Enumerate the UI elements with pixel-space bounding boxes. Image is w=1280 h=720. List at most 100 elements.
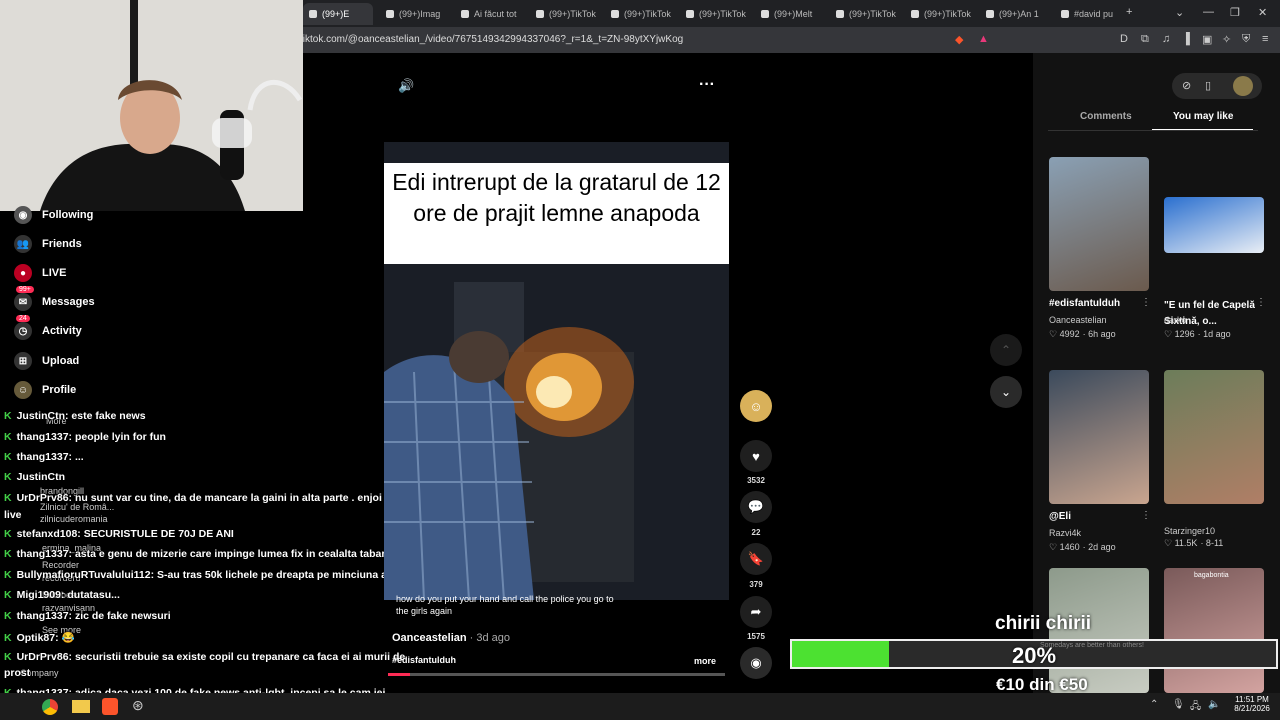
card-title[interactable]: "E un fel de Capelă Sixtină, o... xyxy=(1164,298,1256,330)
chat-username[interactable]: thang1337 xyxy=(17,431,69,443)
video-thumbnail[interactable] xyxy=(1164,568,1264,693)
music-disc-icon[interactable]: ◉ xyxy=(740,647,772,679)
tiktok-favicon-icon xyxy=(1061,10,1069,18)
vpn-icon[interactable]: ⛨ xyxy=(1242,33,1250,46)
menu-icon[interactable]: ≡ xyxy=(1262,33,1268,45)
comment-icon[interactable]: 💬 xyxy=(740,491,772,523)
chat-username[interactable]: BullymafioruRTuvalului112 xyxy=(17,569,151,581)
sidebar-item-label: Messages xyxy=(42,296,95,308)
author-avatar[interactable]: ☺ xyxy=(740,390,772,422)
obs-taskbar-icon[interactable]: ⊛ xyxy=(132,697,144,714)
card-title[interactable]: #edisfantulduh xyxy=(1049,298,1149,309)
user-avatar[interactable] xyxy=(1233,76,1253,96)
video-thumbnail[interactable] xyxy=(1049,157,1149,291)
pip-icon[interactable]: ⧉ xyxy=(1141,33,1149,46)
browser-tab[interactable]: (99+)TikTok xyxy=(905,3,977,25)
bookmark-icon[interactable]: 🔖 xyxy=(740,543,772,575)
notification-badge: 99+ xyxy=(16,286,34,293)
card-more-icon[interactable]: ⋮ xyxy=(1141,297,1151,308)
share-icon[interactable]: ➦ xyxy=(740,596,772,628)
tab-you-may-like[interactable]: You may like xyxy=(1173,111,1233,122)
sidebar-item-activity[interactable]: ◷ Activity xyxy=(14,322,82,340)
video-thumbnail[interactable] xyxy=(1049,370,1149,504)
chat-username[interactable]: thang1337 xyxy=(17,451,69,463)
prev-video-icon[interactable]: ⌃ xyxy=(990,334,1022,366)
sidebar-item-live[interactable]: ● LIVE xyxy=(14,264,66,282)
chat-text: : people lyin for fun xyxy=(68,431,166,443)
video-thumbnail[interactable] xyxy=(1164,197,1264,253)
brave-taskbar-icon[interactable] xyxy=(102,698,118,715)
tab-title: (99+)An 1 xyxy=(999,9,1039,19)
chat-username[interactable]: JustinCtn xyxy=(17,410,65,422)
card-title[interactable]: @Eli xyxy=(1049,511,1149,522)
browser-tab[interactable]: (99+)E xyxy=(303,3,373,25)
chat-username[interactable]: UrDrPrv86 xyxy=(17,651,69,663)
browser-tab[interactable]: (99+)An 1 xyxy=(980,3,1052,25)
maximize-icon[interactable]: ❐ xyxy=(1230,6,1240,19)
card-author[interactable]: Starzinger10 xyxy=(1164,526,1215,536)
chat-username[interactable]: Optik87 xyxy=(17,632,56,644)
brave-rewards-icon[interactable]: ▲ xyxy=(978,33,989,45)
sidebar-item-upload[interactable]: ⊞ Upload xyxy=(14,352,79,370)
clock[interactable]: 11:51 PM 8/21/2026 xyxy=(1232,695,1272,713)
network-icon[interactable]: 🖧 xyxy=(1190,699,1201,716)
sidebar-item-following[interactable]: ◉ Following xyxy=(14,206,93,224)
tab-comments[interactable]: Comments xyxy=(1080,111,1132,122)
sidebar-item-friends[interactable]: 👥 Friends xyxy=(14,235,82,253)
chat-username[interactable]: Migi1909 xyxy=(17,589,61,601)
video-progress-track[interactable] xyxy=(388,673,725,676)
chat-username[interactable]: stefanxd108 xyxy=(17,528,78,540)
sidebar-icon[interactable]: ▐ xyxy=(1182,33,1190,45)
browser-tab[interactable]: (99+)TikTok xyxy=(530,3,602,25)
brave-shield-icon[interactable]: ◆ xyxy=(955,33,963,46)
video-thumbnail[interactable] xyxy=(1164,370,1264,504)
browser-tab[interactable]: (99+)TikTok xyxy=(830,3,902,25)
tray-chevron-icon[interactable]: ⌃ xyxy=(1150,699,1158,710)
browser-tab[interactable]: (99+)Melt xyxy=(755,3,827,25)
close-window-icon[interactable]: ✕ xyxy=(1258,6,1267,19)
url-field[interactable]: tiktok.com/@oanceastelian_/video/7675149… xyxy=(300,34,683,45)
leo-icon[interactable]: ✧ xyxy=(1222,33,1231,46)
browser-tab[interactable]: #david pu xyxy=(1055,3,1127,25)
browser-tab[interactable]: (99+)TikTok xyxy=(680,3,752,25)
card-author[interactable]: Oanceastelian xyxy=(1049,315,1107,325)
card-more-icon[interactable]: ⋮ xyxy=(1141,510,1151,521)
sidebar-item-label: Friends xyxy=(42,238,82,250)
browser-tab[interactable]: Ai făcut tot xyxy=(455,3,527,25)
new-tab-icon[interactable]: + xyxy=(1126,6,1132,18)
chrome-taskbar-icon[interactable] xyxy=(42,699,58,715)
explorer-taskbar-icon[interactable] xyxy=(72,700,90,713)
tab-title: (99+)TikTok xyxy=(924,9,971,19)
minimize-icon[interactable]: — xyxy=(1203,6,1214,18)
card-author[interactable]: darko xyxy=(1164,315,1187,325)
extension-icon[interactable]: D xyxy=(1120,33,1128,45)
tab-search-icon[interactable]: ⌄ xyxy=(1175,6,1184,19)
taskbar: ⊛ ⌃ 🎙 🖧 🔈 11:51 PM 8/21/2026 xyxy=(0,693,1280,720)
volume-icon[interactable]: 🔊 xyxy=(398,78,414,94)
card-author[interactable]: bagabontia xyxy=(1194,572,1229,579)
speaker-icon[interactable]: 🔈 xyxy=(1208,699,1220,710)
sidebar-item-profile[interactable]: ☺ Profile xyxy=(14,381,76,399)
mic-icon[interactable]: 🎙 xyxy=(1172,699,1185,710)
more-link[interactable]: more xyxy=(694,656,716,666)
more-options-icon[interactable]: ··· xyxy=(699,76,715,94)
browser-tab[interactable]: (99+)Imag xyxy=(380,3,452,25)
browser-tab[interactable]: (99+)TikTok xyxy=(605,3,677,25)
video-hashtag[interactable]: #edisfantulduh xyxy=(392,655,456,665)
sidebar-item-messages[interactable]: ✉ Messages xyxy=(14,293,95,311)
following-account[interactable]: zilnicuderomania xyxy=(40,514,108,524)
chat-username[interactable]: JustinCtn xyxy=(17,471,65,483)
chat-username[interactable]: UrDrPrv86 xyxy=(17,492,69,504)
like-icon[interactable]: ♥ xyxy=(740,440,772,472)
compass-icon[interactable]: ⊘ xyxy=(1182,79,1191,92)
card-author[interactable]: Razvi4k xyxy=(1049,528,1081,538)
chat-username[interactable]: thang1337 xyxy=(17,548,69,560)
card-more-icon[interactable]: ⋮ xyxy=(1256,297,1266,308)
author-name[interactable]: Oanceastelian xyxy=(392,632,467,644)
chat-username[interactable]: thang1337 xyxy=(17,610,69,622)
device-icon[interactable]: ▯ xyxy=(1205,79,1211,92)
wallet-icon[interactable]: ▣ xyxy=(1202,33,1212,46)
next-video-icon[interactable]: ⌄ xyxy=(990,376,1022,408)
music-icon[interactable]: ♫ xyxy=(1162,33,1170,45)
kick-icon: K xyxy=(4,632,12,644)
